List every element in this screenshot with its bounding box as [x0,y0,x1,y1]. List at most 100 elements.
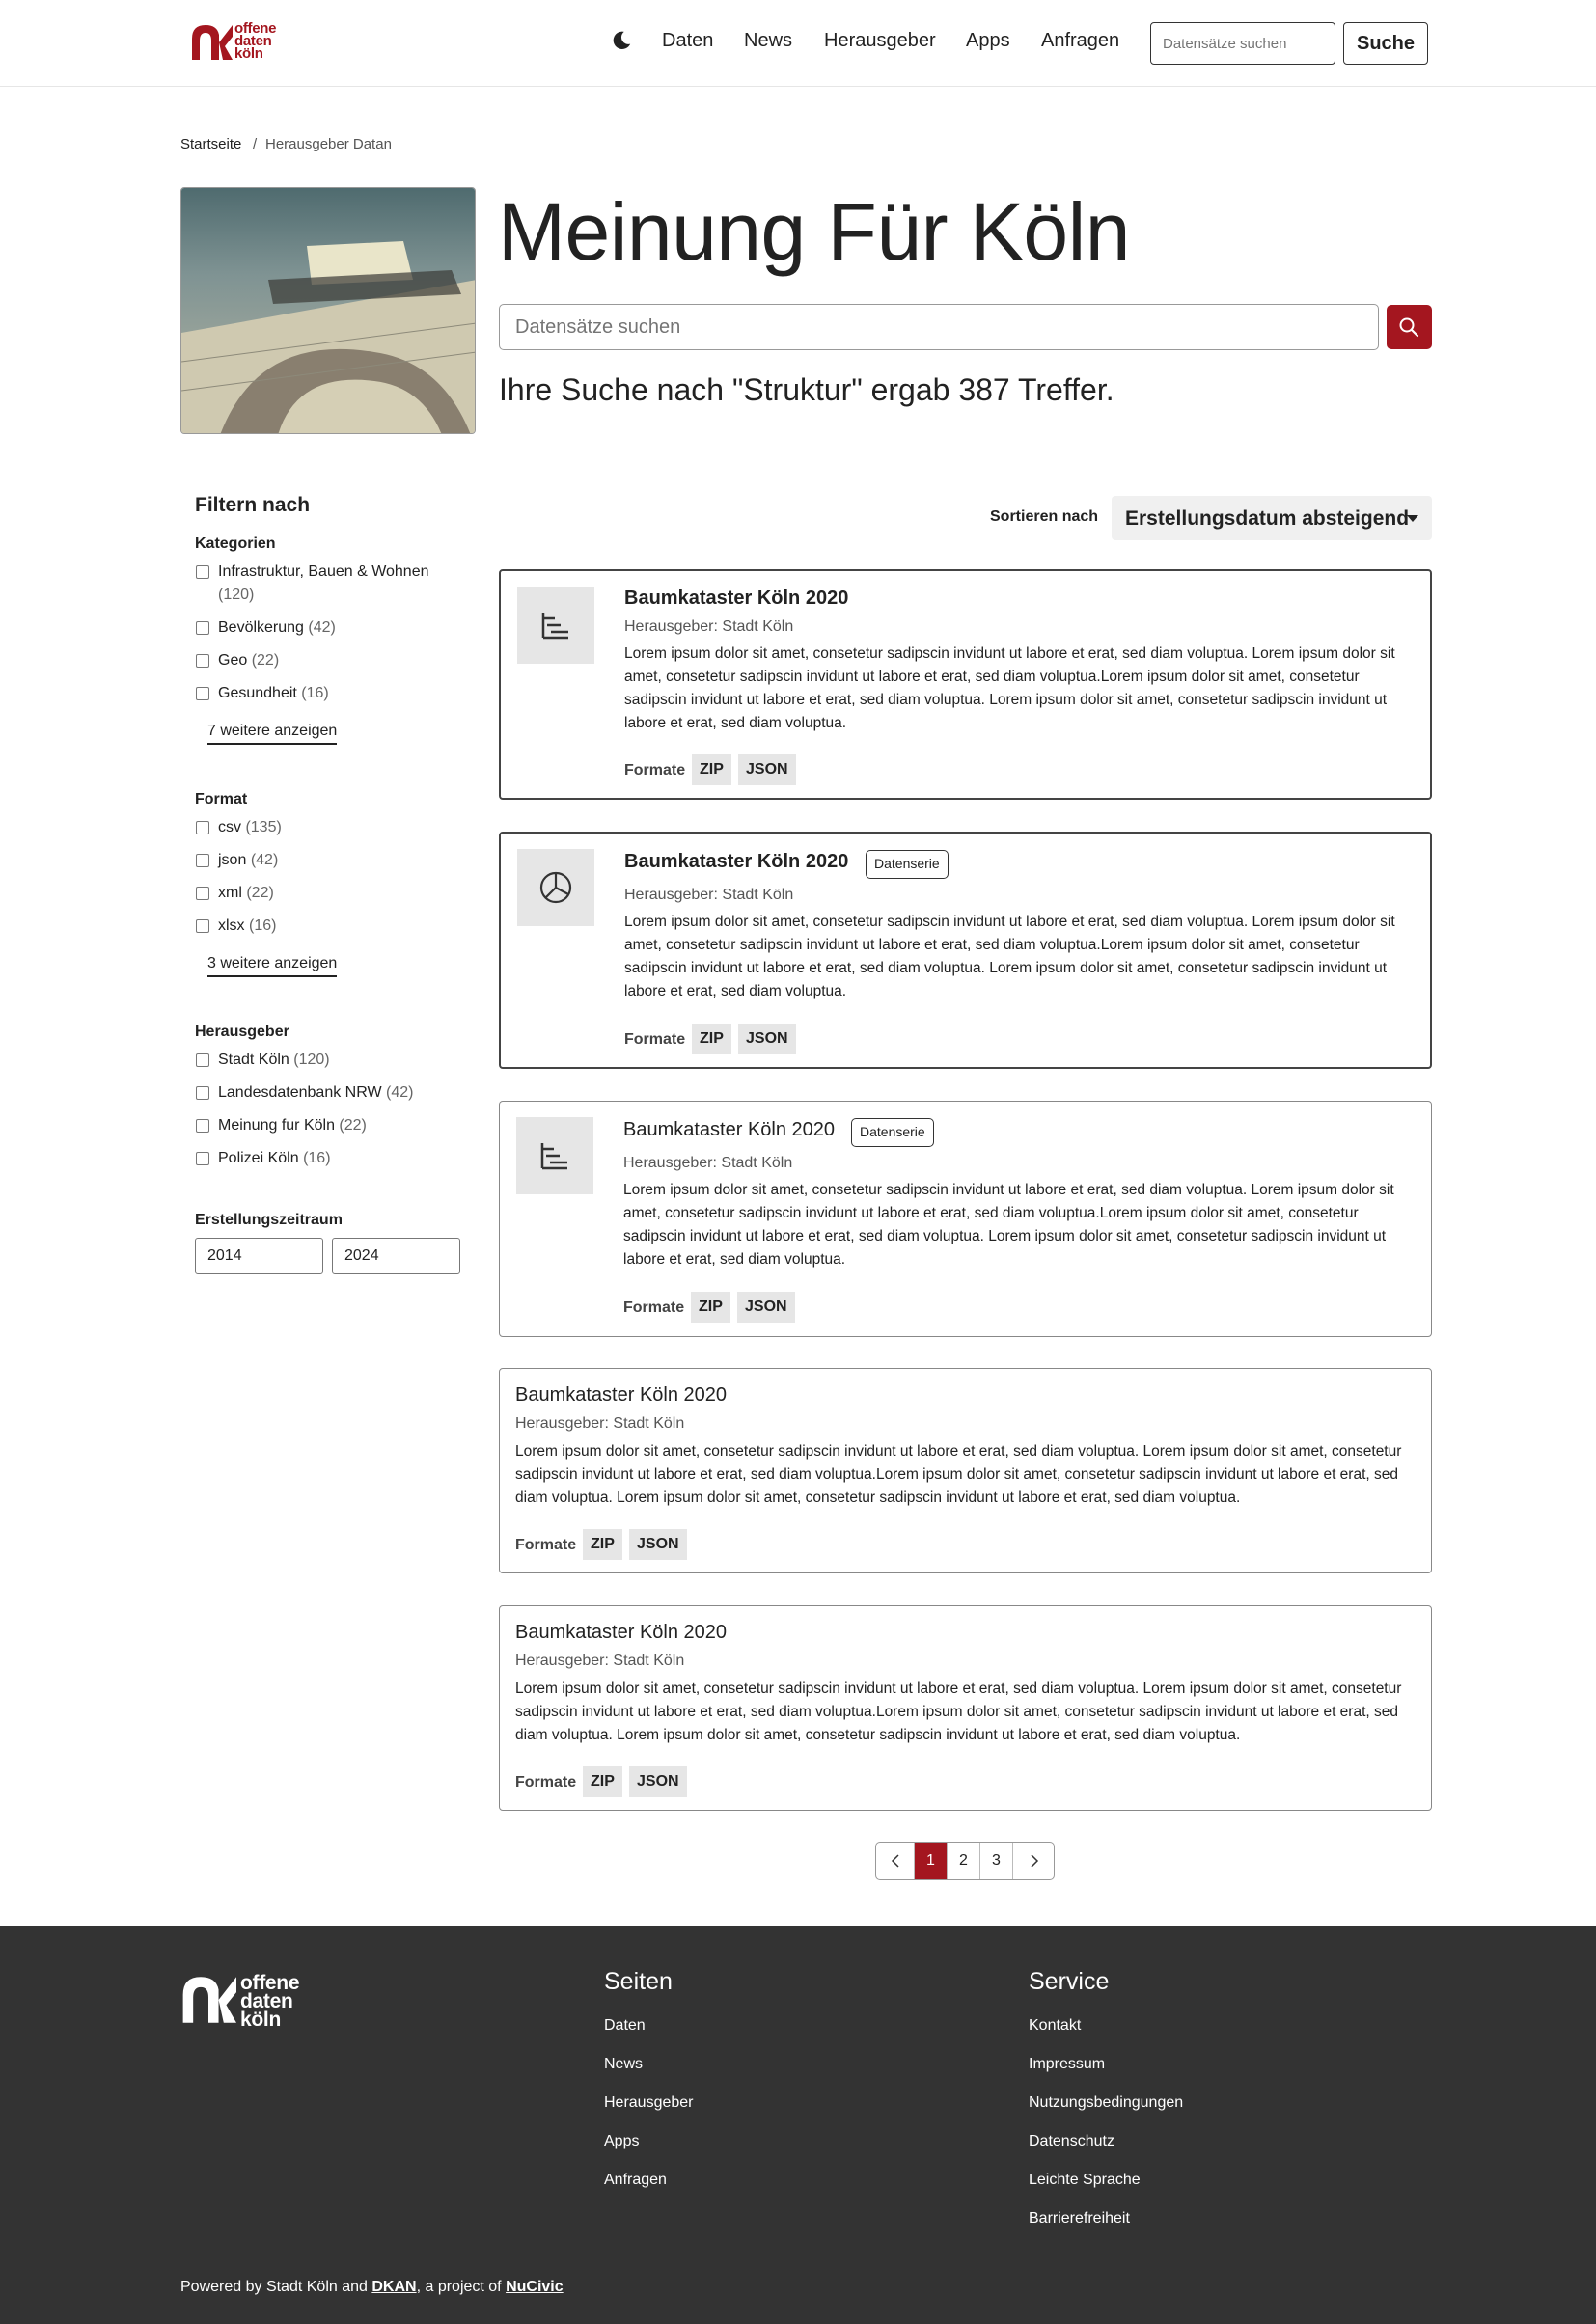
dataset-description: Lorem ipsum dolor sit amet, consetetur s… [515,1443,1402,1506]
pie-chart-icon [539,871,572,904]
sort-label: Sortieren nach [990,508,1099,525]
footer-link-nutzungsbedingungen[interactable]: Nutzungsbedingungen [1029,2094,1183,2112]
pagination-page-1[interactable]: 1 [915,1843,948,1879]
pagination-prev[interactable] [876,1843,915,1879]
dataset-title[interactable]: Baumkataster Köln 2020 [515,1622,727,1644]
footer-link-herausgeber[interactable]: Herausgeber [604,2094,694,2112]
checkbox[interactable] [196,1119,209,1133]
breadcrumb-current: Herausgeber Datan [265,136,392,152]
format-badge-json[interactable]: JSON [737,1292,795,1323]
nav-item-apps[interactable]: Apps [966,30,1010,52]
format-badge-zip[interactable]: ZIP [583,1766,622,1797]
format-badge-zip[interactable]: ZIP [692,754,731,785]
nav-item-herausgeber[interactable]: Herausgeber [824,30,936,52]
footer-heading-seiten: Seiten [604,1968,673,1995]
format-badge-json[interactable]: JSON [629,1766,687,1797]
chevron-left-icon [891,1854,899,1868]
dataset-search-input[interactable] [499,304,1379,350]
breadcrumb-separator: / [253,136,258,152]
dataset-card[interactable]: Baumkataster Köln 2020 Herausgeber: Stad… [499,569,1432,800]
formats-label: Formate [515,1537,577,1553]
sort-value: Erstellungsdatum absteigend [1125,507,1410,530]
pagination-next[interactable] [1013,1843,1054,1879]
footer-link-datenschutz[interactable]: Datenschutz [1029,2133,1114,2150]
filter-group-categories: Kategorien [195,535,276,552]
dataset-publisher: Herausgeber: Stadt Köln [624,887,794,903]
pagination-page-3[interactable]: 3 [980,1843,1013,1879]
footer-link-apps[interactable]: Apps [604,2133,639,2150]
footer-logo[interactable]: offene daten köln [180,1972,373,2030]
checkbox[interactable] [196,887,209,900]
logo[interactable]: offene daten köln [190,19,325,66]
pagination-page-2[interactable]: 2 [948,1843,980,1879]
footer-heading-service: Service [1029,1968,1110,1995]
show-more-formats-link[interactable]: 3 weitere anzeigen [207,955,338,977]
breadcrumb-home[interactable]: Startseite [180,136,241,152]
dataset-type-icon [517,849,594,926]
checkbox[interactable] [196,687,209,700]
checkbox[interactable] [196,854,209,867]
period-to-input[interactable]: 2024 [332,1238,460,1274]
dataset-title[interactable]: Baumkataster Köln 2020 [623,1119,835,1141]
dataset-description: Lorem ipsum dolor sit amet, consetetur s… [624,645,1395,731]
dataset-card[interactable]: Baumkataster Köln 2020 Datenserie Heraus… [499,1101,1432,1337]
logo-mark-icon [182,1977,236,2023]
footer-link-news[interactable]: News [604,2056,643,2073]
dataset-card[interactable]: Baumkataster Köln 2020 Herausgeber: Stad… [499,1368,1432,1573]
nucivic-link[interactable]: NuCivic [506,2279,564,2295]
dataset-search-button[interactable] [1387,305,1432,349]
list-icon [541,613,568,640]
format-badge-json[interactable]: JSON [738,1024,796,1054]
dataset-publisher: Herausgeber: Stadt Köln [623,1155,793,1171]
footer-link-barrierefreiheit[interactable]: Barrierefreiheit [1029,2210,1130,2228]
checkbox[interactable] [196,919,209,933]
checkbox[interactable] [196,654,209,668]
nav-item-anfragen[interactable]: Anfragen [1041,30,1119,52]
dataset-description: Lorem ipsum dolor sit amet, consetetur s… [623,1182,1394,1268]
dataset-title[interactable]: Baumkataster Köln 2020 [624,588,848,610]
filter-group-period: Erstellungszeitraum [195,1212,343,1228]
checkbox[interactable] [196,621,209,635]
dataset-publisher: Herausgeber: Stadt Köln [515,1653,685,1669]
sort-select[interactable]: Erstellungsdatum absteigend [1112,496,1432,540]
footer-link-leichte-sprache[interactable]: Leichte Sprache [1029,2172,1141,2189]
nav-item-news[interactable]: News [744,30,792,52]
site-footer: offene daten köln Seiten Daten News Hera… [0,1926,1596,2324]
filter-group-format: Format [195,791,248,807]
formats-label: Formate [515,1774,577,1791]
dataset-publisher: Herausgeber: Stadt Köln [515,1415,685,1432]
format-badge-zip[interactable]: ZIP [583,1529,622,1560]
format-badge-zip[interactable]: ZIP [691,1292,730,1323]
dataset-card[interactable]: Baumkataster Köln 2020 Datenserie Heraus… [499,832,1432,1069]
header-search-button[interactable]: Suche [1343,22,1428,65]
format-badge-json[interactable]: JSON [629,1529,687,1560]
nav-item-daten[interactable]: Daten [662,30,713,52]
format-badge-zip[interactable]: ZIP [692,1024,731,1054]
series-tag: Datenserie [866,850,949,879]
format-badge-json[interactable]: JSON [738,754,796,785]
checkbox[interactable] [196,1053,209,1067]
footer-link-impressum[interactable]: Impressum [1029,2056,1105,2073]
formats-label: Formate [624,1031,686,1048]
footer-link-daten[interactable]: Daten [604,2017,646,2035]
checkbox[interactable] [196,565,209,579]
header-search-input[interactable] [1150,22,1335,65]
series-tag: Datenserie [851,1118,934,1147]
checkbox[interactable] [196,821,209,834]
dataset-title[interactable]: Baumkataster Köln 2020 [624,851,848,873]
dataset-card[interactable]: Baumkataster Köln 2020 Herausgeber: Stad… [499,1605,1432,1811]
dataset-title[interactable]: Baumkataster Köln 2020 [515,1384,727,1407]
period-from-input[interactable]: 2014 [195,1238,323,1274]
filter-category-infrastruktur[interactable]: Infrastruktur, Bauen & Wohnen (120) [196,560,466,607]
dkan-link[interactable]: DKAN [371,2279,416,2295]
logo-mark-icon [192,25,233,60]
footer-link-anfragen[interactable]: Anfragen [604,2172,667,2189]
checkbox[interactable] [196,1086,209,1100]
checkbox[interactable] [196,1152,209,1165]
dataset-description: Lorem ipsum dolor sit amet, consetetur s… [515,1681,1402,1743]
footer-logo-text: offene daten köln [240,1972,300,2031]
logo-text: offene daten köln [234,20,277,62]
footer-link-kontakt[interactable]: Kontakt [1029,2017,1081,2035]
dark-mode-moon-icon[interactable] [611,30,632,51]
show-more-categories-link[interactable]: 7 weitere anzeigen [207,723,338,745]
